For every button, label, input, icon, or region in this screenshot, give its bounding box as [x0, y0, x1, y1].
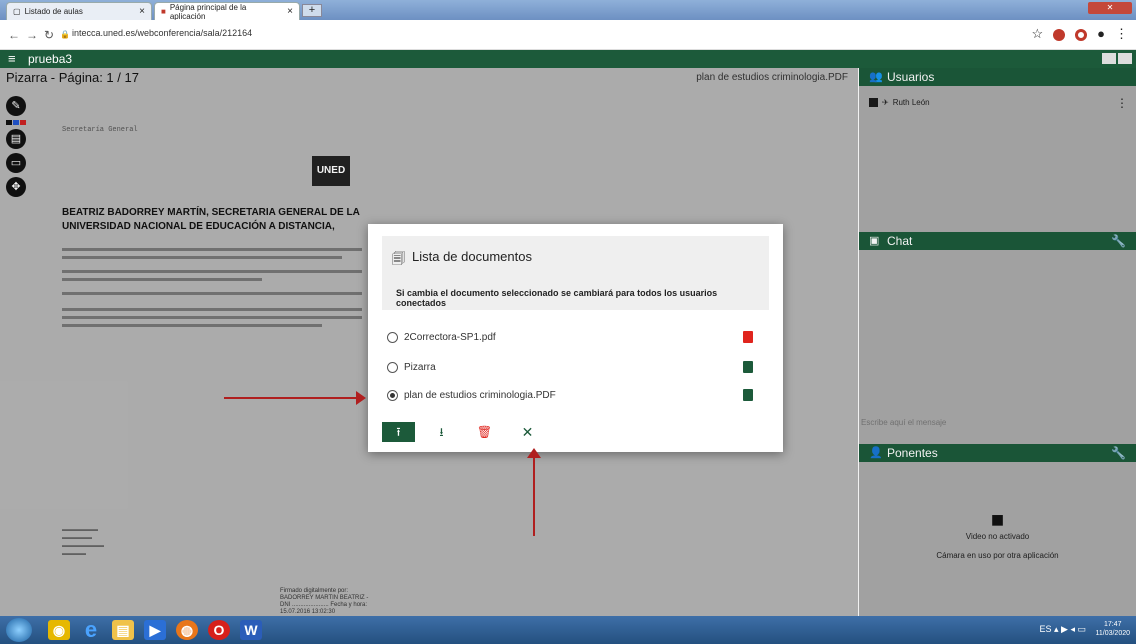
- start-button[interactable]: [6, 618, 32, 642]
- annotation-arrow-right: [224, 391, 366, 405]
- presentation-file-icon: [743, 389, 753, 401]
- windows-taskbar: ◉ e ▤ ▶ ◍ O W ES ▴ ▶ ◂ ▭ 17:47 11/03/202…: [0, 616, 1136, 644]
- language-indicator[interactable]: ES: [1040, 624, 1052, 634]
- dialog-title: Lista de documentos: [412, 249, 532, 264]
- ie-taskbar-icon[interactable]: e: [80, 619, 102, 641]
- tab-close-icon[interactable]: ×: [139, 6, 145, 17]
- file-icon: [743, 361, 753, 373]
- tab-page-icon: ▢: [13, 7, 21, 16]
- tab-app-icon: ■: [161, 7, 166, 16]
- tray-icons[interactable]: ▴ ▶ ◂ ▭: [1054, 624, 1086, 634]
- browser-tabstrip: ▢ Listado de aulas × ■ Página principal …: [0, 0, 1136, 21]
- uned-logo: [1102, 53, 1116, 64]
- opera-extension-icon[interactable]: [1075, 29, 1088, 41]
- browser-tab-aulas[interactable]: ▢ Listado de aulas ×: [6, 2, 152, 20]
- document-name: 2Correctora-SP1.pdf: [404, 332, 496, 343]
- lock-icon: 🔒: [60, 30, 70, 39]
- reload-icon[interactable]: ↻: [44, 28, 54, 42]
- radio-button[interactable]: [387, 332, 398, 343]
- tab-label: Listado de aulas: [24, 7, 83, 16]
- word-taskbar-icon[interactable]: W: [240, 620, 262, 640]
- firefox-taskbar-icon[interactable]: ◍: [176, 620, 198, 640]
- room-title: prueba3: [28, 52, 73, 66]
- annotation-arrow-up: [527, 448, 541, 536]
- dialog-warning: Si cambia el documento seleccionado se c…: [396, 288, 718, 308]
- url-input[interactable]: intecca.uned.es/webconferencia/sala/2121…: [72, 28, 252, 38]
- download-button[interactable]: ⭳: [425, 422, 458, 442]
- bookmark-star-icon[interactable]: ☆: [1031, 26, 1043, 42]
- forward-icon[interactable]: →: [26, 28, 38, 42]
- opera-taskbar-icon[interactable]: O: [208, 620, 230, 640]
- media-taskbar-icon[interactable]: ▶: [144, 620, 166, 640]
- window-close-button[interactable]: ✕: [1088, 2, 1132, 14]
- document-option[interactable]: Pizarra: [387, 360, 767, 376]
- radio-button-selected[interactable]: [387, 390, 398, 401]
- address-bar-row: ← → ↻ 🔒 intecca.uned.es/webconferencia/s…: [0, 20, 1136, 50]
- profile-icon[interactable]: ●: [1097, 26, 1105, 42]
- chrome-taskbar-icon[interactable]: ◉: [48, 620, 70, 640]
- header-logos: [1102, 53, 1132, 64]
- tab-close-icon[interactable]: ×: [287, 6, 293, 17]
- clock-time: 17:47: [1103, 621, 1122, 628]
- dialog-header: 🗐 Lista de documentos Si cambia el docum…: [382, 236, 769, 310]
- taskbar-clock[interactable]: 17:47 11/03/2020: [1095, 620, 1130, 638]
- radio-button[interactable]: [387, 362, 398, 373]
- close-button[interactable]: ✕: [511, 422, 544, 442]
- new-tab-button[interactable]: +: [302, 4, 322, 17]
- hamburger-menu-icon[interactable]: ≡: [8, 51, 16, 66]
- tab-label: Página principal de la aplicación: [169, 2, 247, 21]
- dialog-actions: ⭱ ⭳ 🗑 ✕: [382, 422, 554, 442]
- delete-button[interactable]: 🗑: [468, 422, 501, 442]
- back-icon[interactable]: ←: [8, 28, 20, 42]
- upload-button[interactable]: ⭱: [382, 422, 415, 442]
- document-option-selected[interactable]: plan de estudios criminologia.PDF: [387, 388, 767, 404]
- document-name: Pizarra: [404, 362, 436, 373]
- clock-date: 11/03/2020: [1095, 630, 1130, 637]
- documents-icon: 🗐: [392, 251, 405, 266]
- app-header: ≡ prueba3: [0, 50, 1136, 68]
- document-name: plan de estudios criminologia.PDF: [404, 390, 556, 401]
- document-option[interactable]: 2Correctora-SP1.pdf: [387, 330, 767, 346]
- browser-tab-app[interactable]: ■ Página principal de la aplicación ×: [154, 2, 300, 21]
- browser-menu-icon[interactable]: ⋮: [1115, 26, 1128, 42]
- system-tray: ES ▴ ▶ ◂ ▭: [1040, 624, 1087, 635]
- pdf-file-icon: [743, 331, 753, 343]
- intecca-logo: [1118, 53, 1132, 64]
- extension-icon[interactable]: [1053, 29, 1066, 41]
- explorer-taskbar-icon[interactable]: ▤: [112, 620, 134, 640]
- document-list-dialog: 🗐 Lista de documentos Si cambia el docum…: [368, 224, 783, 452]
